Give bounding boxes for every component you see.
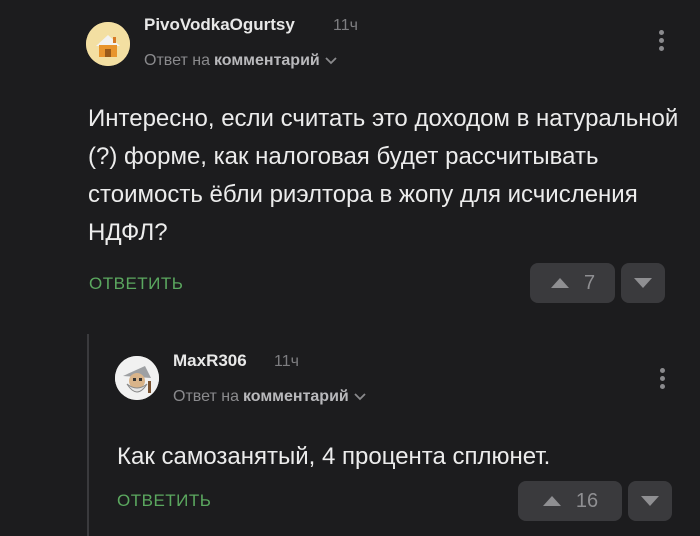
upvote-button[interactable]: 16 (518, 481, 622, 521)
comment-time: 11ч (333, 17, 358, 34)
comment-text: Как самозанятый, 4 процента сплюнет. (117, 443, 551, 470)
avatar[interactable] (86, 22, 130, 66)
score: 16 (575, 489, 599, 512)
upvote-icon (550, 278, 569, 288)
upvote-icon (542, 496, 561, 506)
downvote-button[interactable] (621, 263, 665, 303)
downvote-icon (634, 278, 652, 288)
vote-controls: 7 (530, 263, 665, 303)
chevron-down-icon (325, 57, 337, 65)
reply-target: комментарий (242, 388, 349, 405)
comment: PivoVodkaOgurtsy 11ч Ответ на комментари… (0, 0, 700, 320)
more-options-icon[interactable] (659, 30, 665, 54)
reply-target: комментарий (213, 52, 320, 69)
comment-author[interactable]: MaxR306 (173, 351, 247, 371)
comment-text: Интересно, если считать это доходом в на… (88, 105, 679, 246)
downvote-button[interactable] (628, 481, 672, 521)
reply-to-link[interactable]: Ответ на комментарий (173, 388, 367, 406)
avatar-house-icon (86, 22, 130, 66)
reply-button[interactable]: ОТВЕТИТЬ (89, 274, 183, 294)
reply-to-link[interactable]: Ответ на комментарий (144, 52, 338, 70)
comment-time: 11ч (274, 353, 299, 370)
comment-author[interactable]: PivoVodkaOgurtsy (144, 15, 295, 35)
avatar[interactable] (115, 356, 159, 400)
reply-prefix: Ответ на (173, 388, 239, 405)
reply-button[interactable]: ОТВЕТИТЬ (117, 491, 211, 511)
comment: MaxR306 11ч Ответ на комментарий Как сам… (0, 330, 700, 536)
downvote-icon (641, 496, 659, 506)
score: 7 (583, 271, 596, 294)
chevron-down-icon (354, 393, 366, 401)
vote-controls: 16 (518, 481, 672, 521)
avatar-wizard-icon (115, 356, 159, 400)
reply-prefix: Ответ на (144, 52, 210, 69)
upvote-button[interactable]: 7 (530, 263, 615, 303)
more-options-icon[interactable] (660, 368, 666, 392)
